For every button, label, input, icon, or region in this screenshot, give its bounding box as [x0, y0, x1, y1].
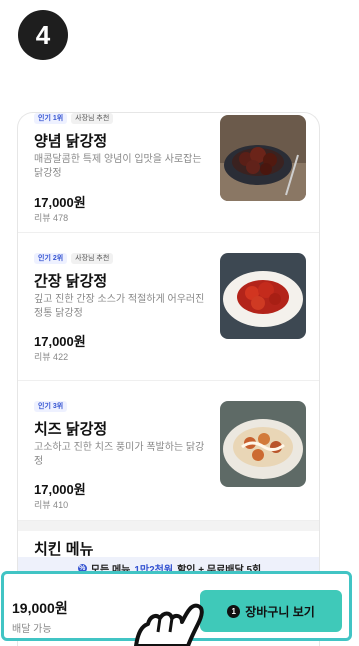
menu-item[interactable]: 인기 2위 사장님 추천 간장 닭강정 깊고 진한 간장 소스가 적절하게 어우… — [18, 233, 319, 381]
menu-description: 고소하고 진한 치즈 풍미가 폭발하는 닭강정 — [34, 442, 205, 467]
menu-name: 양념 닭강정 — [34, 133, 108, 150]
menu-tags: 인기 3위 — [34, 401, 68, 412]
section-title: 치킨 메뉴 — [34, 541, 94, 558]
view-cart-button[interactable]: 1 장바구니 보기 — [200, 590, 342, 632]
rank-tag: 인기 3위 — [34, 401, 68, 412]
soy-chicken-photo — [220, 253, 306, 339]
delivery-status: 배달 가능 — [12, 624, 52, 635]
menu-price: 17,000원 — [34, 334, 86, 349]
menu-description: 매콤달콤한 특제 양념이 입맛을 사로잡는 닭강정 — [34, 154, 202, 179]
pointing-hand-icon — [134, 603, 204, 646]
yangnyeom-chicken-photo — [220, 115, 306, 201]
menu-item[interactable]: 인기 1위 사장님 추천 양념 닭강정 매콤달콤한 특제 양념이 입맛을 사로잡… — [18, 113, 319, 233]
cheese-chicken-photo — [220, 401, 306, 487]
menu-tags: 인기 2위 사장님 추천 — [34, 253, 114, 264]
tutorial-screen: 4 인기 1위 사장님 추천 양념 닭강정 매콤달콤한 특제 양념이 입맛을 사… — [0, 0, 359, 646]
menu-review-count: 리뷰 410 — [34, 500, 69, 510]
menu-list-screen: 인기 1위 사장님 추천 양념 닭강정 매콤달콤한 특제 양념이 입맛을 사로잡… — [17, 112, 320, 646]
view-cart-label: 장바구니 보기 — [245, 604, 315, 619]
menu-price: 17,000원 — [34, 482, 86, 497]
menu-description: 깊고 진한 간장 소스가 적절하게 어우러진 정통 닭강정 — [34, 294, 205, 319]
menu-price: 17,000원 — [34, 195, 86, 210]
menu-item[interactable]: 인기 3위 치즈 닭강정 고소하고 진한 치즈 풍미가 폭발하는 닭강정 17,… — [18, 381, 319, 521]
menu-name: 간장 닭강정 — [34, 273, 108, 290]
step-number-badge: 4 — [18, 10, 68, 60]
owner-recommend-tag: 사장님 추천 — [71, 253, 114, 264]
menu-review-count: 리뷰 478 — [34, 213, 69, 223]
menu-tags: 인기 1위 사장님 추천 — [34, 113, 114, 124]
rank-tag: 인기 2위 — [34, 253, 68, 264]
rank-tag: 인기 1위 — [34, 113, 68, 124]
owner-recommend-tag: 사장님 추천 — [71, 113, 114, 124]
menu-name: 치즈 닭강정 — [34, 421, 108, 438]
cart-total-price: 19,000원 — [12, 600, 68, 616]
menu-review-count: 리뷰 422 — [34, 352, 69, 362]
section-divider — [18, 521, 319, 531]
cart-count-badge: 1 — [227, 604, 241, 618]
